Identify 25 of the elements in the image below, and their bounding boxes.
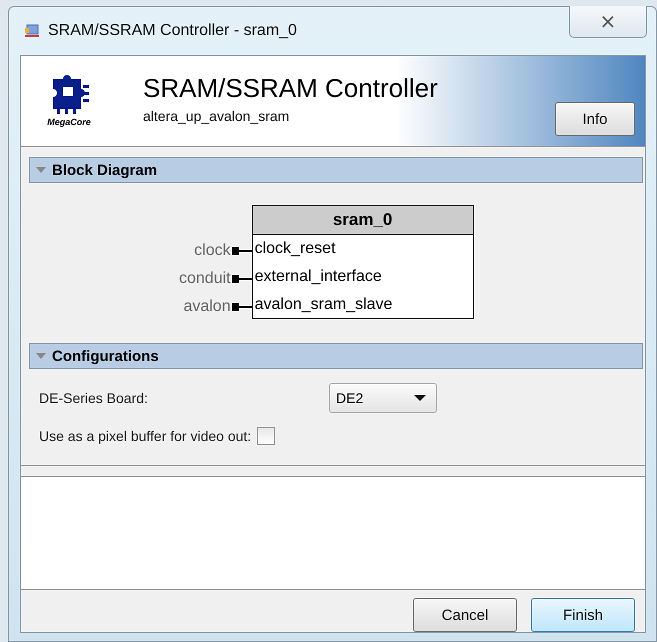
component-subtitle: altera_up_avalon_sram [143, 108, 290, 124]
logo-text: MegaCore [47, 117, 91, 127]
port-label: avalon [183, 298, 231, 316]
port-connector-icon [232, 274, 252, 284]
window-title: SRAM/SSRAM Controller - sram_0 [48, 22, 297, 40]
field-label: DE-Series Board: [39, 390, 149, 406]
block-title: sram_0 [252, 206, 473, 235]
port-connector-icon [232, 302, 252, 312]
info-button[interactable]: Info [555, 102, 635, 136]
close-button[interactable]: ⨯ [569, 6, 647, 38]
interface-label: external_interface [254, 267, 383, 287]
port-label: clock [194, 242, 231, 260]
interface-label: avalon_sram_slave [254, 295, 394, 315]
port-connector-icon [232, 246, 252, 256]
field-label: Use as a pixel buffer for video out: [39, 428, 252, 444]
component-title: SRAM/SSRAM Controller [143, 72, 439, 104]
interface-label: clock_reset [254, 239, 337, 259]
port-label: conduit [179, 270, 231, 288]
dialog-button[interactable]: Cancel [413, 598, 517, 632]
section-header[interactable]: Configurations [29, 343, 643, 369]
checkbox[interactable] [257, 427, 276, 445]
board-dropdown[interactable]: DE2 [329, 383, 437, 413]
window-icon [24, 24, 40, 38]
dialog-button[interactable]: Finish [531, 598, 635, 632]
section-header[interactable]: Block Diagram [29, 157, 643, 183]
